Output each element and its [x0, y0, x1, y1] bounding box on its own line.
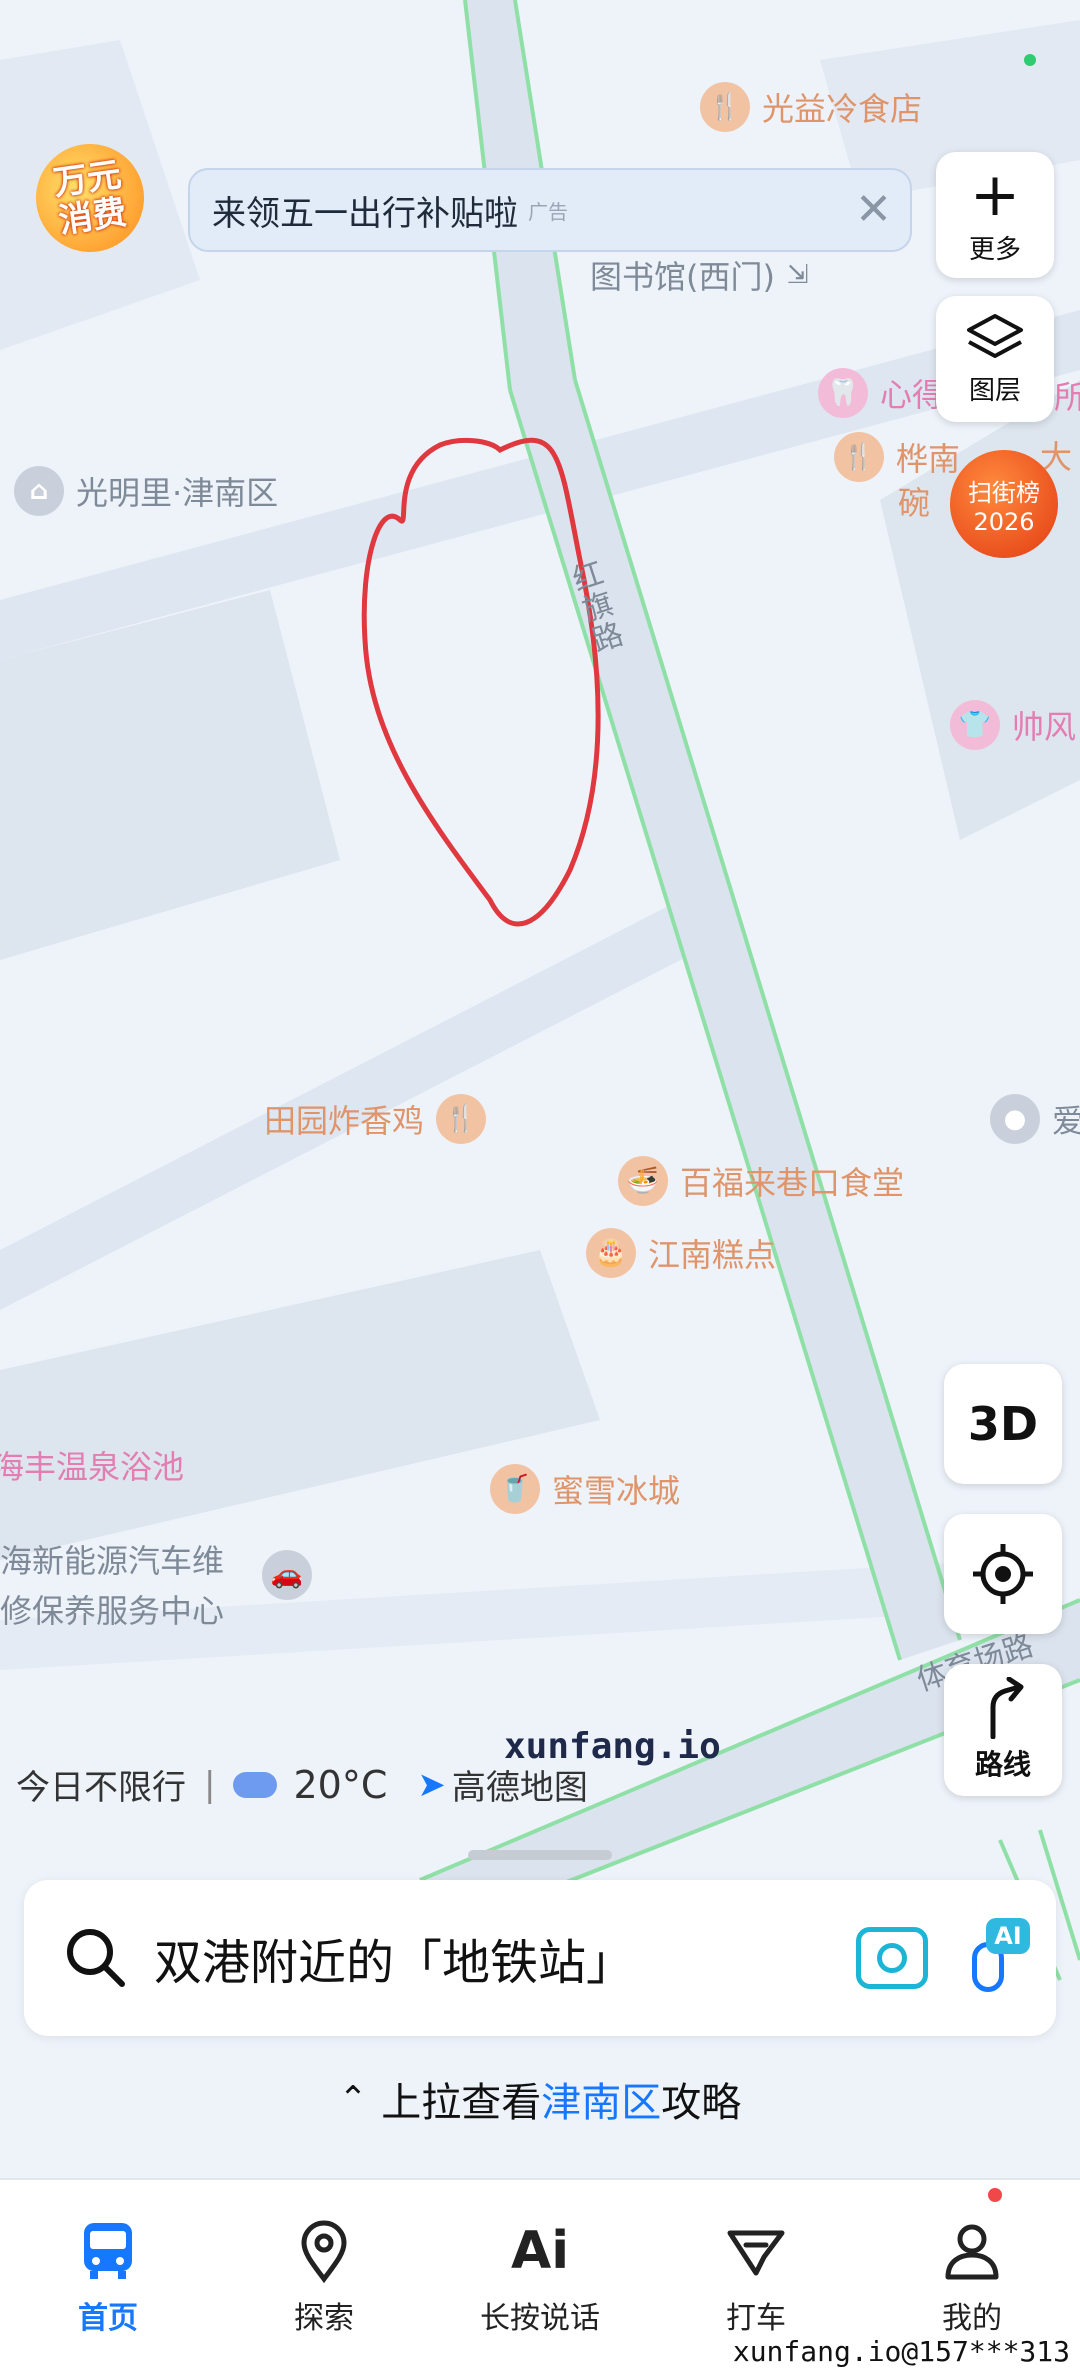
chevron-up-icon: ⌃	[338, 2079, 368, 2119]
3d-button[interactable]: 3D	[944, 1364, 1062, 1484]
search-input[interactable]: 双港附近的「地铁站」	[154, 1923, 634, 1993]
brand-name: 高德地图	[451, 1768, 588, 1808]
bus-icon	[84, 2223, 132, 2279]
poi-tianyuan-chicken[interactable]: 🍴 田园炸香鸡	[264, 1094, 487, 1144]
footer-watermark: xunfang.io@157***313	[732, 2335, 1070, 2368]
search-icon	[67, 1929, 125, 1987]
divider: |	[204, 1764, 216, 1805]
cup-icon: 🥤	[490, 1464, 540, 1514]
cake-icon: 🎂	[586, 1228, 636, 1278]
ranking-badge[interactable]: 扫街榜 2026	[950, 450, 1058, 558]
entrance-icon: ⇲	[786, 260, 809, 290]
poi-xinde[interactable]: 🦷 心得	[818, 368, 944, 418]
cloud-icon	[233, 1771, 278, 1798]
traffic-restriction[interactable]: 今日不限行	[16, 1760, 186, 1809]
poi-partial-suo[interactable]: 所	[1054, 372, 1080, 418]
locate-button[interactable]	[944, 1514, 1062, 1634]
car-icon: 🚗	[262, 1550, 312, 1600]
fork-knife-icon: 🍴	[700, 82, 750, 132]
location-pin-icon	[301, 2220, 347, 2283]
route-arrow-icon	[990, 1677, 1024, 1739]
fork-knife-icon: 🍴	[436, 1094, 487, 1144]
layers-icon	[967, 313, 1023, 358]
fork-knife-icon: 🍴	[834, 432, 884, 482]
pullup-hint[interactable]: ⌃ 上拉查看 津南区 攻略	[0, 2070, 1080, 2128]
weather-temperature[interactable]: 20°C	[293, 1763, 387, 1807]
promo-banner[interactable]: 来领五一出行补贴啦 广告 ✕	[188, 168, 912, 252]
close-icon[interactable]: ✕	[855, 188, 892, 232]
camera-icon[interactable]	[856, 1927, 928, 1989]
route-button[interactable]: 路线	[944, 1664, 1062, 1796]
taxi-icon	[727, 2230, 785, 2276]
poi-haixin-auto-service[interactable]: 海新能源汽车维 修保养服务中心	[0, 1536, 224, 1632]
poi-guangmingli[interactable]: ⌂ 光明里·津南区	[14, 466, 278, 516]
poi-shuaifeng[interactable]: 👕 帅风	[950, 700, 1076, 750]
poi-partial-wan[interactable]: 碗	[898, 478, 930, 524]
tab-explore[interactable]: 探索	[216, 2180, 432, 2376]
tab-voice[interactable]: Ai 长按说话	[432, 2180, 648, 2376]
map-canvas[interactable]: 红旗路 体育场路 🍴 光益冷食店 图书馆(西门) ⇲ 🦷 心得 所 ⌂ 光明里·…	[0, 0, 1080, 2180]
poi-huanan[interactable]: 🍴 桦南	[834, 432, 960, 482]
poi-baifulai-canteen[interactable]: 🍜 百福来巷口食堂	[618, 1156, 904, 1206]
tab-home[interactable]: 首页	[0, 2180, 216, 2376]
bowl-icon: 🍜	[618, 1156, 668, 1206]
poi-guangyi-cold-food[interactable]: 🍴 光益冷食店	[700, 82, 922, 132]
house-icon: ⌂	[14, 466, 64, 516]
map-info-row: 今日不限行 | 20°C ➤ 高德地图	[16, 1760, 588, 1809]
ai-voice-icon[interactable]: AI	[966, 1918, 1030, 1998]
tooth-icon: 🦷	[818, 368, 868, 418]
shirt-icon: 👕	[950, 700, 1000, 750]
status-dot	[1024, 54, 1036, 66]
poi-haifeng-bath[interactable]: 海丰温泉浴池	[0, 1442, 184, 1488]
search-bar[interactable]: 双港附近的「地铁站」 AI	[24, 1880, 1056, 2036]
plus-icon: +	[969, 159, 1021, 230]
crosshair-icon	[973, 1544, 1033, 1604]
poi-mixue-bingcheng[interactable]: 🥤 蜜雪冰城	[490, 1464, 680, 1514]
layers-button[interactable]: 图层	[936, 296, 1054, 422]
poi-partial-ai[interactable]: ● 爱	[990, 1094, 1080, 1144]
poi-jiangnan-cake[interactable]: 🎂 江南糕点	[586, 1228, 776, 1278]
user-icon	[945, 2224, 999, 2280]
notification-dot	[988, 2188, 1002, 2202]
dot-icon: ●	[990, 1094, 1040, 1144]
drag-handle[interactable]	[468, 1850, 612, 1860]
amap-logo-icon: ➤	[417, 1764, 446, 1805]
ai-voice-icon: Ai	[510, 2221, 570, 2281]
poi-library-west-gate[interactable]: 图书馆(西门) ⇲	[590, 252, 809, 298]
more-button[interactable]: + 更多	[936, 152, 1054, 278]
